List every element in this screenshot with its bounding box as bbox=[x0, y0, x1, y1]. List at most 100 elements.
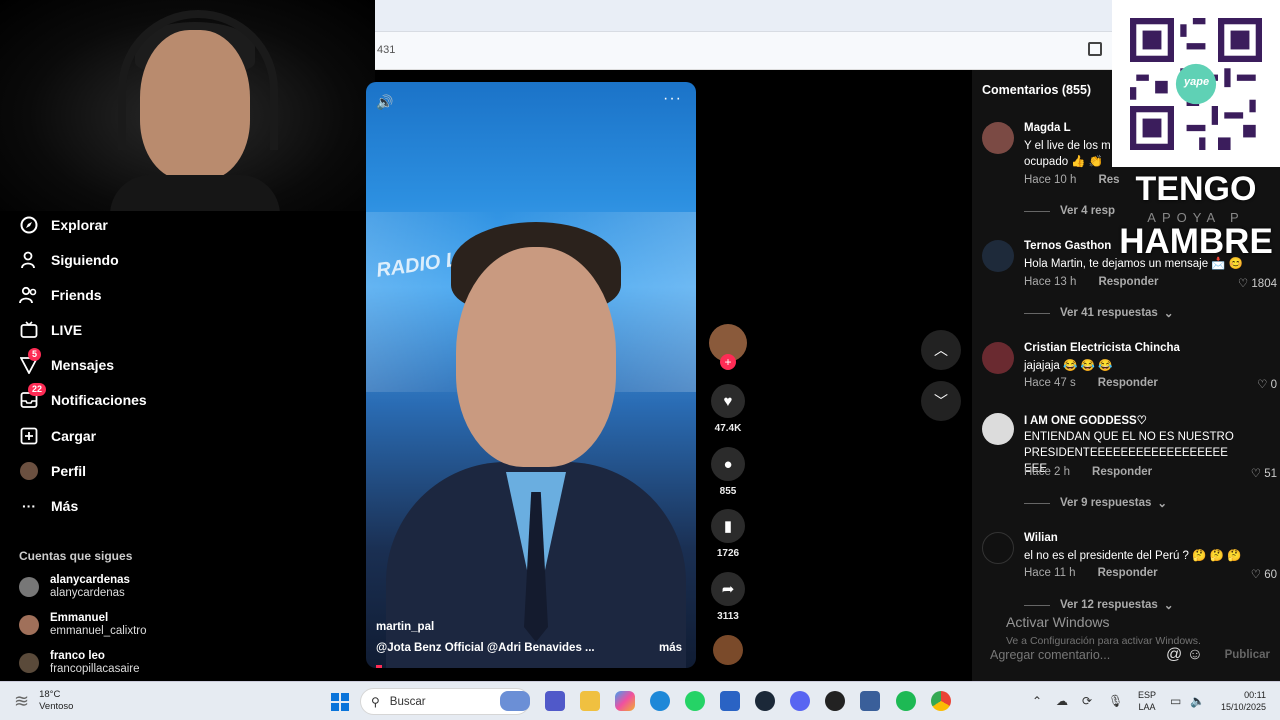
widgets-icon[interactable] bbox=[500, 691, 530, 711]
start-button[interactable] bbox=[331, 693, 349, 711]
avatar bbox=[19, 653, 39, 673]
calculator-icon[interactable] bbox=[860, 691, 880, 711]
avatar[interactable] bbox=[982, 122, 1014, 154]
address-bar[interactable]: 431 bbox=[377, 44, 395, 56]
following-account[interactable]: Emmanuel emmanuel_calixtro bbox=[19, 612, 147, 638]
view-replies-label: Ver 41 respuestas bbox=[1060, 307, 1158, 319]
view-replies-button[interactable]: Ver 41 respuestas ⌄ bbox=[1024, 306, 1173, 320]
comment-like-count: 1804 bbox=[1251, 278, 1277, 290]
save-button[interactable]: ▮ 1726 bbox=[708, 509, 748, 559]
comment-button[interactable]: ● 855 bbox=[708, 447, 748, 497]
discord-icon[interactable] bbox=[790, 691, 810, 711]
reply-button[interactable]: Responder bbox=[1098, 377, 1158, 389]
comment-like-button[interactable]: ♡ 60 bbox=[1251, 567, 1277, 581]
reply-button[interactable]: Responder bbox=[1092, 466, 1152, 478]
windows-activation-text: Ve a Configuración para activar Windows. bbox=[1006, 635, 1201, 647]
chevron-up-icon[interactable]: ⌃ bbox=[1032, 694, 1042, 708]
comment-author[interactable]: Wilian bbox=[1024, 532, 1058, 544]
emoji-icon[interactable]: ☺ bbox=[1187, 646, 1203, 663]
reply-button[interactable]: Responder bbox=[1098, 567, 1158, 579]
heart-outline-icon: ♡ bbox=[1250, 468, 1265, 480]
sidebar-item-label: Siguiendo bbox=[51, 252, 119, 268]
overlay-tengo: TENGO bbox=[1135, 170, 1257, 208]
whatsapp-icon[interactable] bbox=[685, 691, 705, 711]
edge-icon[interactable] bbox=[650, 691, 670, 711]
weather-widget[interactable]: ≋ 18°C Ventoso bbox=[14, 689, 73, 713]
view-replies-button[interactable]: Ver 9 respuestas ⌄ bbox=[1024, 496, 1167, 510]
view-replies-button[interactable]: Ver 12 respuestas ⌄ bbox=[1024, 598, 1173, 612]
comment-icon: ● bbox=[711, 447, 745, 481]
creator-avatar-button[interactable]: + bbox=[708, 324, 748, 370]
avatar[interactable] bbox=[982, 342, 1014, 374]
chevron-down-icon: ⌄ bbox=[1163, 600, 1174, 612]
comment-like-button[interactable]: ♡ 0 bbox=[1257, 377, 1277, 391]
spotify-icon[interactable] bbox=[896, 691, 916, 711]
heart-outline-icon: ♡ bbox=[1250, 569, 1265, 581]
save-count: 1726 bbox=[716, 548, 740, 559]
sidebar-item-mensajes[interactable]: 5 Mensajes bbox=[18, 348, 114, 377]
cast-icon[interactable] bbox=[1088, 42, 1102, 56]
sidebar-item-friends[interactable]: Friends bbox=[18, 283, 102, 307]
mention-icon[interactable]: @ bbox=[1166, 646, 1182, 663]
like-button[interactable]: ♥ 47.4K bbox=[708, 384, 748, 434]
video-author[interactable]: martin_pal bbox=[376, 621, 434, 633]
chevron-down-icon: ﹀ bbox=[934, 393, 948, 409]
comment-author[interactable]: Magda L bbox=[1024, 122, 1071, 134]
sidebar-item-mas[interactable]: ··· Más bbox=[18, 494, 78, 518]
chrome-icon[interactable] bbox=[931, 691, 951, 711]
avatar[interactable] bbox=[982, 240, 1014, 272]
publish-button[interactable]: Publicar bbox=[1225, 649, 1270, 661]
view-replies-button[interactable]: Ver 4 resp bbox=[1024, 205, 1115, 217]
sidebar-item-label: Cargar bbox=[51, 428, 97, 444]
follow-plus-icon[interactable]: + bbox=[720, 354, 736, 370]
store-icon[interactable] bbox=[720, 691, 740, 711]
sidebar-item-siguiendo[interactable]: Siguiendo bbox=[18, 248, 119, 272]
following-account[interactable]: alanycardenas alanycardenas bbox=[19, 574, 130, 600]
sidebar-item-live[interactable]: LIVE bbox=[18, 318, 82, 342]
sidebar-item-perfil[interactable]: Perfil bbox=[18, 459, 86, 483]
chevron-down-icon: ⌄ bbox=[1157, 498, 1168, 510]
comment-time: Hace 10 h bbox=[1024, 174, 1077, 186]
network-icon[interactable]: ▭ bbox=[1170, 694, 1181, 708]
sync-icon[interactable]: ⟳ bbox=[1082, 694, 1092, 708]
comment-like-count: 60 bbox=[1264, 569, 1277, 581]
comment-like-button[interactable]: ♡ 51 bbox=[1251, 466, 1277, 480]
comment-author[interactable]: I AM ONE GODDESS♡ bbox=[1024, 413, 1147, 427]
sidebar-item-notificaciones[interactable]: 22 Notificaciones bbox=[18, 383, 147, 412]
cloud-icon[interactable]: ☁ bbox=[1056, 694, 1068, 708]
messages-icon: 5 bbox=[18, 348, 42, 376]
comment-item: Cristian Electricista Chincha jajajaja 😂… bbox=[982, 342, 1277, 402]
caption-more-link[interactable]: más bbox=[659, 642, 682, 654]
avatar bbox=[19, 577, 39, 597]
obs-icon[interactable] bbox=[825, 691, 845, 711]
clock[interactable]: 00:11 15/10/2025 bbox=[1210, 689, 1266, 713]
microphone-icon[interactable]: 🎙 bbox=[1108, 694, 1123, 708]
friends-icon bbox=[18, 284, 40, 306]
file-explorer-icon[interactable] bbox=[580, 691, 600, 711]
volume-icon[interactable]: 🔈 bbox=[1190, 694, 1205, 708]
avatar bbox=[19, 615, 39, 635]
video-player[interactable]: RADIO LA Z 🔊 ··· martin_pal @Jota Benz O… bbox=[366, 82, 696, 668]
video-progress-bar[interactable] bbox=[376, 665, 382, 668]
sidebar-item-explorar[interactable]: Explorar bbox=[18, 213, 108, 237]
share-button[interactable]: ➦ 3113 bbox=[708, 572, 748, 622]
comment-author[interactable]: Ternos Gasthon bbox=[1024, 240, 1111, 252]
avatar[interactable] bbox=[982, 532, 1014, 564]
following-account[interactable]: franco leo francopillacasaire bbox=[19, 650, 140, 676]
language-indicator[interactable]: ESP LAA bbox=[1138, 689, 1156, 713]
volume-icon[interactable]: 🔊 bbox=[376, 94, 393, 111]
comment-author[interactable]: Cristian Electricista Chincha bbox=[1024, 342, 1180, 354]
next-video-button[interactable]: ﹀ bbox=[921, 381, 961, 421]
avatar[interactable] bbox=[982, 413, 1014, 445]
previous-video-button[interactable]: ︿ bbox=[921, 330, 961, 370]
copilot-icon[interactable] bbox=[615, 691, 635, 711]
comment-like-button[interactable]: ♡ 1804 bbox=[1238, 276, 1277, 290]
account-name: alanycardenas bbox=[50, 574, 130, 586]
steam-icon[interactable] bbox=[755, 691, 775, 711]
sound-disc-button[interactable] bbox=[708, 635, 748, 665]
more-options-icon[interactable]: ··· bbox=[663, 90, 682, 108]
sidebar-item-cargar[interactable]: Cargar bbox=[18, 424, 96, 448]
reply-button[interactable]: Responder bbox=[1098, 276, 1158, 288]
comment-item: Wilian el no es el presidente del Perú ?… bbox=[982, 532, 1277, 592]
teams-icon[interactable] bbox=[545, 691, 565, 711]
